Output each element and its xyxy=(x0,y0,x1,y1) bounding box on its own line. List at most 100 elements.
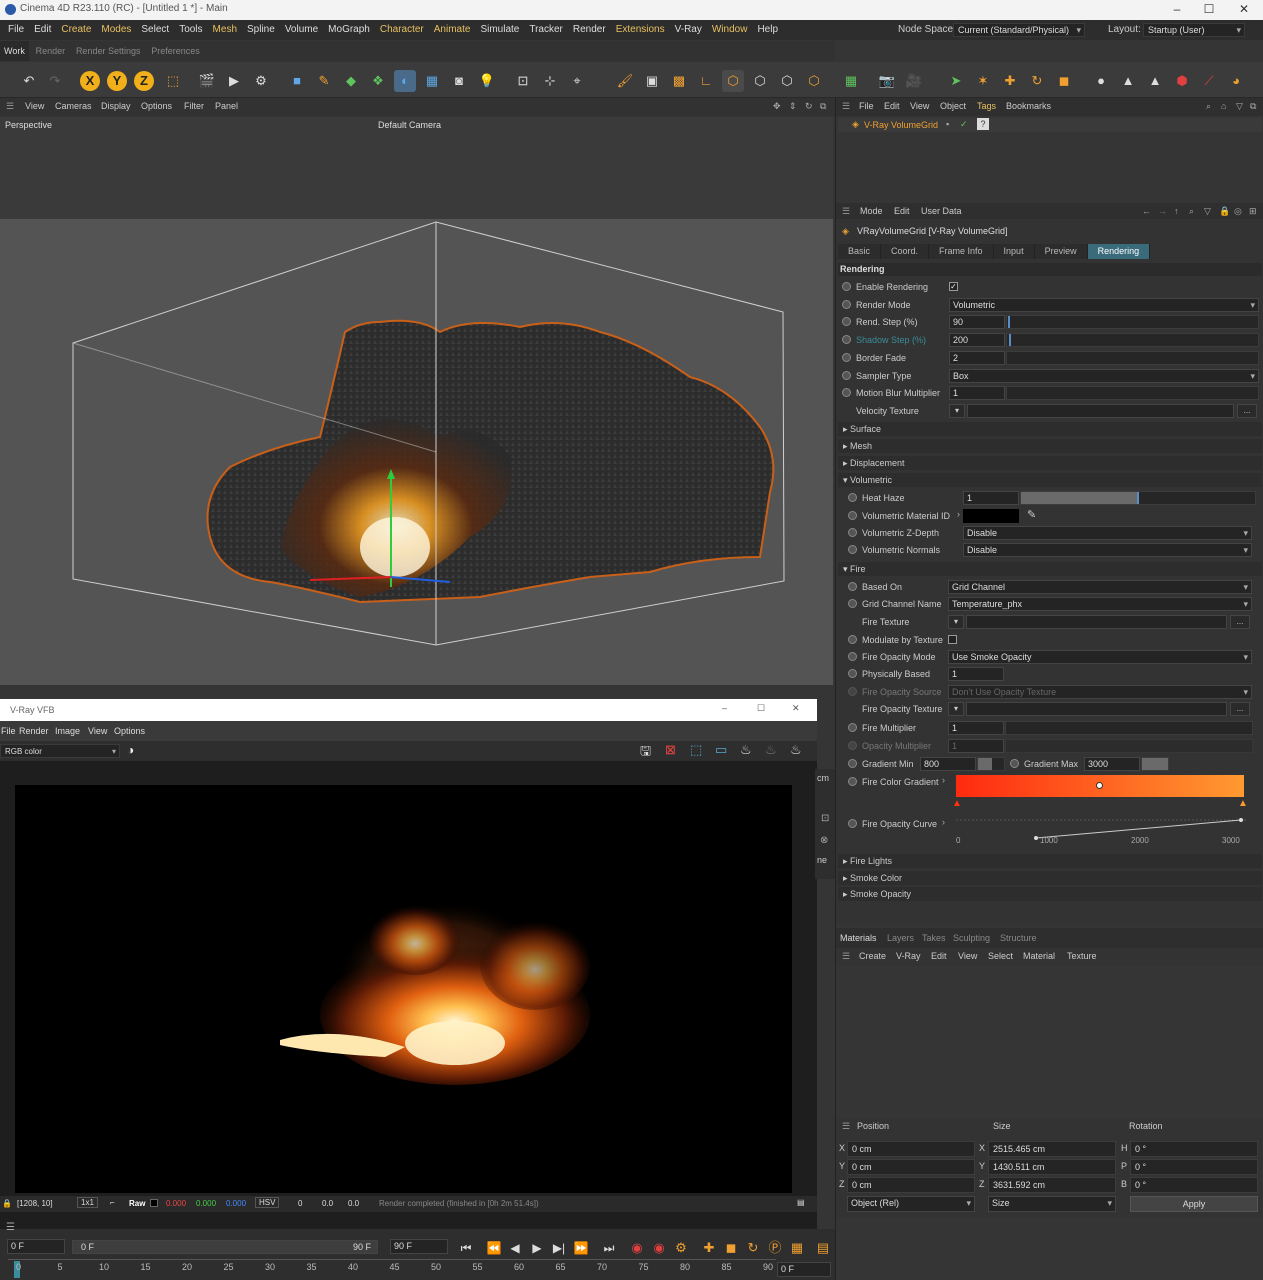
key-param-icon[interactable]: Ⓟ xyxy=(764,1237,786,1259)
om-menu-bookmarks[interactable]: Bookmarks xyxy=(1006,101,1051,111)
vfb-region-icon[interactable]: ⬚ xyxy=(690,742,702,758)
attr-menu-icon[interactable]: ☰ xyxy=(842,206,850,217)
attr-search-icon[interactable]: ⌕ xyxy=(1189,206,1194,217)
node-space-dropdown[interactable]: Current (Standard/Physical) xyxy=(953,23,1085,37)
key-pla-icon[interactable]: ▦ xyxy=(786,1237,808,1259)
motion-blur-field[interactable]: 1 xyxy=(949,386,1005,400)
mat-menu-select[interactable]: Select xyxy=(988,951,1013,961)
fire-color-gradient-expand-icon[interactable]: › xyxy=(942,775,945,785)
attr-target-icon[interactable]: ◎ xyxy=(1234,206,1242,217)
snap-icon[interactable]: ⊡ xyxy=(512,70,534,92)
mat-menu-view[interactable]: View xyxy=(958,951,977,961)
menu-item-volume[interactable]: Volume xyxy=(280,20,323,40)
vfb-track-icon[interactable]: ▭ xyxy=(715,742,727,758)
vray-move-icon[interactable]: ➤ xyxy=(945,70,967,92)
subsection-mesh[interactable]: ▸ Mesh xyxy=(838,439,1262,453)
vfb-menu-file[interactable]: File xyxy=(1,726,16,736)
object-manager-menu-icon[interactable]: ☰ xyxy=(842,101,850,112)
vray-ball-icon[interactable]: ◕ xyxy=(1225,70,1247,92)
coord-mode-dropdown[interactable]: Object (Rel) xyxy=(847,1196,975,1212)
viewport-rotate-icon[interactable]: ↻ xyxy=(805,101,813,112)
tab-preview[interactable]: Preview xyxy=(1034,244,1088,259)
gradient-max-slider[interactable] xyxy=(1141,757,1169,771)
timeline-config-icon[interactable]: ▤ xyxy=(812,1237,834,1259)
record-icon[interactable]: ◉ xyxy=(626,1237,648,1259)
fire-color-gradient-bar[interactable] xyxy=(956,775,1244,797)
edges-mode-icon[interactable]: ⬡ xyxy=(776,70,798,92)
om-menu-file[interactable]: File xyxy=(859,101,874,111)
vfb-menu-options[interactable]: Options xyxy=(114,726,145,736)
tab-structure[interactable]: Structure xyxy=(1000,933,1037,943)
timeline-start-field[interactable]: 0 F xyxy=(7,1239,65,1254)
subsection-fire[interactable]: ▾ Fire xyxy=(838,562,1262,576)
vfb-minimize-button[interactable]: – xyxy=(722,703,727,713)
render-view-icon[interactable]: 🎬 xyxy=(196,70,218,92)
enable-rendering-anim-icon[interactable] xyxy=(842,282,851,291)
om-menu-view[interactable]: View xyxy=(910,101,929,111)
vol-normals-anim-icon[interactable] xyxy=(848,545,857,554)
grid-channel-dropdown[interactable]: Temperature_phx xyxy=(948,597,1252,611)
tab-basic[interactable]: Basic xyxy=(838,244,882,259)
rend-step-anim-icon[interactable] xyxy=(842,317,851,326)
fire-opacity-texture-field[interactable] xyxy=(966,702,1227,716)
coord-menu-icon[interactable]: ☰ xyxy=(842,1121,850,1132)
object-name[interactable]: V-Ray VolumeGrid xyxy=(864,120,938,130)
fire-multiplier-slider[interactable] xyxy=(1005,721,1253,735)
rend-step-field[interactable]: 90 xyxy=(949,315,1005,329)
maximize-button[interactable]: ☐ xyxy=(1194,2,1224,16)
y-axis-lock-icon[interactable]: Y xyxy=(107,71,127,91)
gradient-start-stop[interactable]: ▲ xyxy=(952,798,962,809)
key-scale-icon[interactable]: ◼ xyxy=(720,1237,742,1259)
velocity-texture-menu[interactable]: ▾ xyxy=(949,404,965,418)
tab-coord[interactable]: Coord. xyxy=(881,244,930,259)
mat-menu-material[interactable]: Material xyxy=(1023,951,1055,961)
pen-icon[interactable]: ✎ xyxy=(313,70,335,92)
layout-tab-render-settings[interactable]: Render Settings xyxy=(72,41,145,61)
vray-person-icon[interactable]: ● xyxy=(1090,70,1112,92)
camera-icon[interactable]: ◙ xyxy=(448,70,470,92)
vfb-stop-icon[interactable]: ♨ xyxy=(790,742,802,758)
menu-item-mesh[interactable]: Mesh xyxy=(208,20,242,40)
modulate-texture-checkbox[interactable] xyxy=(948,635,957,644)
velocity-texture-browse[interactable]: ... xyxy=(1237,404,1257,418)
visibility-icon[interactable]: ▪ xyxy=(946,119,949,129)
om-search-icon[interactable]: ⌕ xyxy=(1206,101,1211,112)
mat-menu-create[interactable]: Create xyxy=(859,951,886,961)
vray-cone-icon[interactable]: ▲ xyxy=(1144,70,1166,92)
paint-icon[interactable]: 🖌 xyxy=(614,70,636,92)
rend-step-slider[interactable] xyxy=(1006,315,1259,329)
attr-back-icon[interactable]: ← xyxy=(1142,206,1151,216)
polygons-mode-icon[interactable]: ⬡ xyxy=(803,70,825,92)
menu-item-simulate[interactable]: Simulate xyxy=(475,20,524,40)
render-mode-dropdown[interactable]: Volumetric xyxy=(949,298,1259,312)
play-icon[interactable]: ▶ xyxy=(526,1237,548,1259)
layout-tab-render[interactable]: Render xyxy=(32,41,70,61)
apply-button[interactable]: Apply xyxy=(1130,1196,1258,1212)
viewport-menu-display[interactable]: Display xyxy=(101,101,131,111)
autokey-icon[interactable]: ◉ xyxy=(648,1237,670,1259)
viewport-menu-panel[interactable]: Panel xyxy=(215,101,238,111)
fire-texture-browse[interactable]: ... xyxy=(1230,615,1250,629)
minimize-button[interactable]: – xyxy=(1162,2,1192,16)
layout-tab-work[interactable]: Work xyxy=(0,41,29,61)
menu-item-extensions[interactable]: Extensions xyxy=(611,20,670,40)
render-picture-viewer-icon[interactable]: ▶ xyxy=(223,70,245,92)
border-fade-anim-icon[interactable] xyxy=(842,353,851,362)
mat-menu-edit[interactable]: Edit xyxy=(931,951,947,961)
vray-grid-icon[interactable]: ▦ xyxy=(840,70,862,92)
tab-sculpting[interactable]: Sculpting xyxy=(953,933,990,943)
position-z-field[interactable]: 0 cm xyxy=(847,1177,975,1193)
om-filter-icon[interactable]: ▽ xyxy=(1236,101,1243,112)
vfb-ipr-icon[interactable]: ♨ xyxy=(765,742,777,758)
gradient-min-slider[interactable] xyxy=(977,757,1005,771)
vfb-render-image[interactable] xyxy=(15,785,792,1193)
checker-icon[interactable]: ▩ xyxy=(668,70,690,92)
size-z-field[interactable]: 3631.592 cm xyxy=(988,1177,1116,1193)
workplane-icon[interactable]: ⊹ xyxy=(539,70,561,92)
vray-light-icon[interactable]: ✶ xyxy=(972,70,994,92)
fire-multiplier-field[interactable]: 1 xyxy=(948,721,1004,735)
object-mode-icon[interactable]: ⬡ xyxy=(722,70,744,92)
vfb-menu-image[interactable]: Image xyxy=(55,726,80,736)
vfb-menu-render[interactable]: Render xyxy=(19,726,49,736)
key-position-icon[interactable]: ✚ xyxy=(698,1237,720,1259)
